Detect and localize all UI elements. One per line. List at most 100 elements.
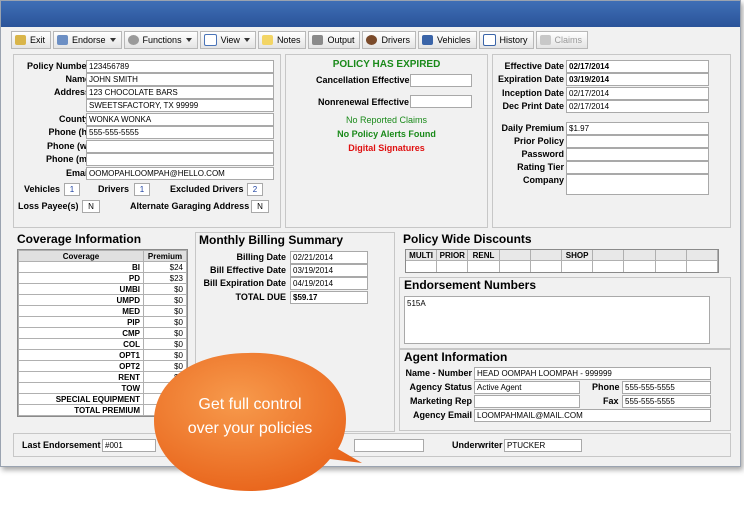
phone-h-label: Phone (h) — [48, 127, 91, 137]
loss-payee-field[interactable]: N — [82, 200, 100, 213]
agency-status-label: Agency Status — [409, 382, 472, 392]
dec-print-date-label: Dec Print Date — [502, 101, 564, 111]
county-field[interactable]: WONKA WONKA — [86, 113, 274, 126]
policy-status-panel: POLICY HAS EXPIRED Cancellation Effectiv… — [285, 54, 488, 228]
coverage-name-cell: OPT1 — [18, 349, 144, 361]
claims-label: Claims — [554, 35, 583, 45]
gear-icon — [127, 35, 139, 45]
functions-button[interactable]: Functions — [123, 31, 198, 49]
discount-header-cell: PRIOR — [437, 250, 469, 261]
book-icon — [482, 34, 496, 46]
dec-print-date-field[interactable]: 02/17/2014 — [566, 100, 709, 113]
history-button[interactable]: History — [478, 31, 534, 49]
discount-value-cell[interactable] — [499, 261, 531, 272]
endorsement-panel: Endorsement Numbers 515A — [399, 277, 731, 349]
coverage-name-cell: BI — [18, 261, 144, 273]
coverage-name-cell: COL — [18, 338, 144, 350]
drivers-count-link[interactable]: 1 — [134, 183, 150, 196]
marketing-rep-label: Marketing Rep — [409, 396, 472, 406]
view-button[interactable]: View — [199, 31, 256, 49]
claims-button[interactable]: Claims — [535, 31, 589, 49]
coverage-name-cell: UMPD — [18, 294, 144, 306]
discount-header-cell — [593, 250, 625, 261]
last-endorsement-field[interactable]: #001 — [102, 439, 156, 452]
discount-value-cell[interactable] — [468, 261, 500, 272]
bill-expiration-field[interactable]: 04/19/2014 — [290, 277, 368, 290]
discount-value-cell[interactable] — [686, 261, 718, 272]
drivers-label: Drivers — [381, 35, 410, 45]
coverage-name-cell: PIP — [18, 316, 144, 328]
vehicles-button[interactable]: Vehicles — [417, 31, 477, 49]
agency-email-field[interactable]: LOOMPAHMAIL@MAIL.COM — [474, 409, 711, 422]
chevron-down-icon — [185, 38, 192, 42]
phone-w-field[interactable] — [86, 140, 274, 153]
endorse-button[interactable]: Endorse — [53, 31, 122, 49]
coverage-premium-cell: $0 — [143, 283, 187, 295]
digital-signatures-link[interactable]: Digital Signatures — [286, 143, 487, 153]
expiration-date-field[interactable]: 03/19/2014 — [566, 73, 709, 86]
expiration-date-label: Expiration Date — [497, 74, 564, 84]
discount-value-cell[interactable] — [655, 261, 687, 272]
excluded-drivers-link[interactable]: 2 — [247, 183, 263, 196]
inception-date-label: Inception Date — [501, 88, 564, 98]
address-line2-field[interactable]: SWEETSFACTORY, TX 99999 — [86, 99, 274, 112]
vehicles-count-link[interactable]: 1 — [64, 183, 80, 196]
driver-icon — [366, 35, 378, 45]
company-field[interactable] — [566, 174, 709, 195]
agent-title: Agent Information — [404, 350, 508, 364]
discount-value-cell[interactable] — [624, 261, 656, 272]
agent-fax-label: Fax — [603, 396, 619, 406]
exit-button[interactable]: Exit — [11, 31, 52, 49]
total-due-field[interactable]: $59.17 — [290, 291, 368, 304]
email-field[interactable]: OOMOPAHLOOMPAH@HELLO.COM — [86, 167, 274, 180]
callout-line-2: over your policies — [187, 420, 313, 437]
phone-h-field[interactable]: 555-555-5555 — [86, 126, 274, 139]
prior-policy-field[interactable] — [566, 135, 709, 148]
toolbar: Exit Endorse Functions View Notes Output — [11, 31, 590, 49]
policy-number-field[interactable]: 123456789 — [86, 60, 274, 73]
vehicles-label: Vehicles — [436, 35, 471, 45]
bill-effective-field[interactable]: 03/19/2014 — [290, 264, 368, 277]
address-label: Address — [53, 87, 90, 97]
total-due-label: TOTAL DUE — [235, 292, 286, 302]
table-row: UMPD $0 — [18, 294, 187, 306]
rating-tier-field[interactable] — [566, 161, 709, 174]
output-button[interactable]: Output — [308, 31, 361, 49]
notes-button[interactable]: Notes — [257, 31, 307, 49]
drivers-button[interactable]: Drivers — [362, 31, 416, 49]
address-line1-field[interactable]: 123 CHOCOLATE BARS — [86, 86, 274, 99]
discount-value-cell[interactable] — [562, 261, 594, 272]
discount-value-cell[interactable] — [593, 261, 625, 272]
daily-premium-label: Daily Premium — [501, 123, 564, 133]
effective-date-field[interactable]: 02/17/2014 — [566, 60, 709, 73]
output-label: Output — [327, 35, 355, 45]
password-field[interactable] — [566, 148, 709, 161]
coverage-column-header: Coverage — [18, 250, 144, 262]
agency-status-field[interactable]: Active Agent — [474, 381, 580, 394]
name-field[interactable]: JOHN SMITH — [86, 73, 274, 86]
phone-m-field[interactable] — [86, 153, 274, 166]
marketing-rep-field[interactable] — [474, 395, 580, 408]
billing-date-field[interactable]: 02/21/2014 — [290, 251, 368, 264]
policy-holder-panel: Policy Number 123456789 Name JOHN SMITH … — [13, 54, 281, 228]
agent-phone-field[interactable]: 555-555-5555 — [622, 381, 711, 394]
underwriter-field[interactable]: PTUCKER — [504, 439, 582, 452]
exit-label: Exit — [30, 35, 46, 45]
nonrenewal-effective-field[interactable] — [410, 95, 472, 108]
discount-value-cell[interactable] — [437, 261, 469, 272]
cancellation-effective-field[interactable] — [410, 74, 472, 87]
view-label: View — [220, 35, 240, 45]
endorsement-numbers-field[interactable]: 515A — [404, 296, 710, 344]
discount-value-cell[interactable] — [530, 261, 562, 272]
alt-garaging-field[interactable]: N — [251, 200, 269, 213]
agent-fax-field[interactable]: 555-555-5555 — [622, 395, 711, 408]
discount-header-cell — [499, 250, 531, 261]
discount-value-cell[interactable] — [406, 261, 438, 272]
coverage-name-cell: PD — [18, 272, 144, 284]
inception-date-field[interactable]: 02/17/2014 — [566, 87, 709, 100]
coverage-name-cell: MED — [18, 305, 144, 317]
promo-callout: Get full control over your policies — [150, 345, 370, 500]
daily-premium-field[interactable]: $1.97 — [566, 122, 709, 135]
pencil-icon — [57, 35, 69, 45]
agent-name-field[interactable]: HEAD OOMPAH LOOMPAH - 999999 — [474, 367, 711, 380]
